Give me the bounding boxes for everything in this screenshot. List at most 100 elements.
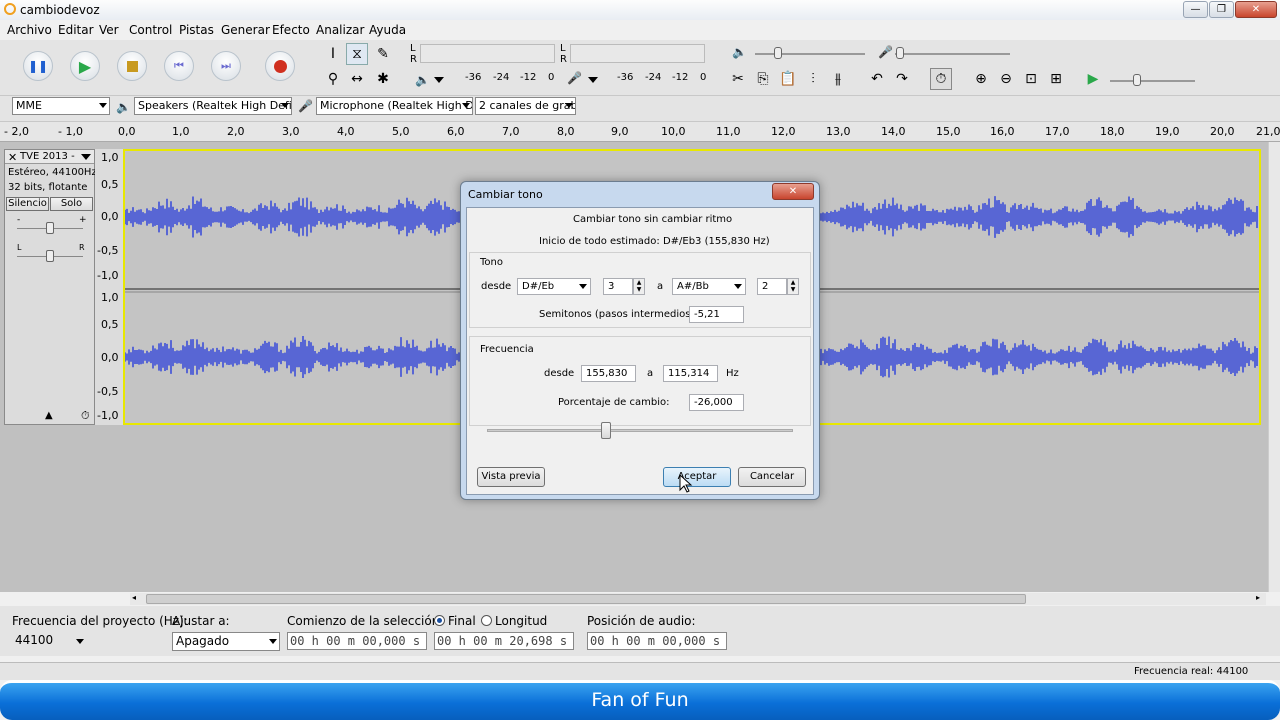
play-button[interactable]: ▶	[70, 51, 100, 81]
pause-button[interactable]: ❚❚	[23, 51, 53, 81]
recording-device-value: Microphone (Realtek High Defi	[320, 99, 473, 112]
ruler-label: 10,0	[661, 125, 686, 138]
scroll-right-icon[interactable]: ▸	[1256, 593, 1260, 602]
menu-efecto[interactable]: Efecto	[272, 23, 310, 37]
sync-icon[interactable]: ⏱	[81, 409, 90, 423]
slider-thumb[interactable]	[46, 250, 54, 262]
stop-button[interactable]	[117, 51, 147, 81]
zoom-tool-icon[interactable]: ⚲	[322, 68, 344, 90]
snap-to-select[interactable]: Apagado	[172, 632, 280, 651]
undo-icon[interactable]: ↶	[866, 68, 888, 90]
slider-thumb[interactable]	[896, 47, 904, 59]
to-octave-input[interactable]: 2	[757, 278, 787, 295]
chevron-down-icon[interactable]	[81, 154, 91, 160]
menu-archivo[interactable]: Archivo	[7, 23, 52, 37]
dialog-close-button[interactable]: ✕	[772, 183, 814, 200]
menu-analizar[interactable]: Analizar	[316, 23, 364, 37]
skip-start-button[interactable]: ⏮	[164, 51, 194, 81]
menu-ayuda[interactable]: Ayuda	[369, 23, 406, 37]
semitones-input[interactable]: -5,21	[689, 306, 744, 323]
recording-device-select[interactable]: Microphone (Realtek High Defi	[316, 97, 473, 115]
to-note-select[interactable]: A#/Bb	[672, 278, 746, 295]
solo-button[interactable]: Solo	[50, 197, 93, 211]
preview-button[interactable]: Vista previa	[477, 467, 545, 487]
maximize-button[interactable]: ❐	[1209, 1, 1234, 18]
timeline-ruler[interactable]: - 2,0 - 1,0 0,0 1,0 2,0 3,0 4,0 5,0 6,0 …	[0, 122, 1280, 142]
ruler-label: 0,0	[118, 125, 136, 138]
freq-to-input[interactable]: 115,314	[663, 365, 718, 382]
zoom-in-icon[interactable]: ⊕	[970, 68, 992, 90]
copy-icon[interactable]: ⎘	[752, 68, 774, 90]
play-at-speed-icon[interactable]: ▶	[1082, 68, 1104, 90]
collapse-icon[interactable]: ▲	[45, 410, 53, 421]
record-button[interactable]	[265, 51, 295, 81]
project-rate-select[interactable]: 44100	[12, 632, 86, 651]
channels-select[interactable]: 2 canales de grab	[475, 97, 576, 115]
from-note-select[interactable]: D#/Eb	[517, 278, 591, 295]
menu-control[interactable]: Control	[129, 23, 172, 37]
scroll-left-icon[interactable]: ◂	[132, 593, 136, 602]
cut-icon[interactable]: ✂	[727, 68, 749, 90]
record-volume-slider[interactable]	[895, 53, 1010, 55]
mute-button[interactable]: Silencio	[6, 197, 49, 211]
slider-thumb[interactable]	[601, 422, 612, 439]
chevron-down-icon[interactable]	[434, 77, 444, 83]
menu-pistas[interactable]: Pistas	[179, 23, 214, 37]
scroll-thumb[interactable]	[146, 594, 1026, 604]
close-icon[interactable]: ✕	[8, 151, 17, 164]
ruler-label: 7,0	[502, 125, 520, 138]
from-octave-input[interactable]: 3	[603, 278, 633, 295]
fit-selection-icon[interactable]: ⊡	[1020, 68, 1042, 90]
ok-button[interactable]: Aceptar	[663, 467, 731, 487]
slider-thumb[interactable]	[46, 222, 54, 234]
timeshift-tool-icon[interactable]: ↔	[346, 68, 368, 90]
trim-icon[interactable]: ⫶	[802, 68, 824, 90]
chevron-down-icon[interactable]	[588, 77, 598, 83]
redo-icon[interactable]: ↷	[891, 68, 913, 90]
track-control-panel: ✕ TVE 2013 - Estéreo, 44100Hz 32 bits, f…	[4, 149, 97, 425]
microphone-icon: 🎤	[567, 71, 582, 85]
cancel-button[interactable]: Cancelar	[738, 467, 806, 487]
close-window-button[interactable]: ✕	[1235, 1, 1277, 18]
silence-icon[interactable]: ⫵	[827, 68, 849, 90]
percent-change-slider[interactable]	[487, 429, 793, 432]
meter-bars[interactable]: L R L R	[405, 41, 715, 66]
menu-editar[interactable]: Editar	[58, 23, 94, 37]
multi-tool-icon[interactable]: ✱	[372, 68, 394, 90]
dialog-heading: Cambiar tono sin cambiar ritmo	[573, 214, 733, 225]
sync-lock-icon[interactable]: ⏱	[930, 68, 952, 90]
ruler-label: 11,0	[716, 125, 741, 138]
envelope-tool-icon[interactable]: ⧖	[346, 43, 368, 65]
length-radio[interactable]	[481, 615, 492, 626]
freq-from-input[interactable]: 155,830	[581, 365, 636, 382]
menu-ver[interactable]: Ver	[99, 23, 119, 37]
selection-start-time[interactable]: 00 h 00 m 00,000 s	[287, 632, 427, 650]
end-radio[interactable]	[434, 615, 445, 626]
percent-change-input[interactable]: -26,000	[689, 394, 744, 411]
play-speed-slider[interactable]	[1110, 80, 1195, 82]
track-name-menu[interactable]: TVE 2013 -	[20, 151, 75, 162]
selection-tool-icon[interactable]: I	[322, 43, 344, 65]
vertical-scrollbar[interactable]	[1268, 142, 1280, 592]
from-octave-spinner[interactable]: ▲ ▼	[633, 278, 645, 295]
slider-thumb[interactable]	[774, 47, 782, 59]
from-note-value: D#/Eb	[522, 281, 555, 292]
scale-label: 0,5	[101, 318, 119, 331]
playback-volume-slider[interactable]	[755, 53, 865, 55]
menu-generar[interactable]: Generar	[221, 23, 270, 37]
slider-thumb[interactable]	[1133, 74, 1141, 86]
horizontal-scrollbar[interactable]: ◂ ▸	[130, 593, 1266, 605]
draw-tool-icon[interactable]: ✎	[372, 43, 394, 65]
selection-end-time[interactable]: 00 h 00 m 20,698 s	[434, 632, 574, 650]
paste-icon[interactable]: 📋	[777, 68, 799, 90]
minimize-button[interactable]: —	[1183, 1, 1208, 18]
track-header[interactable]: ✕ TVE 2013 -	[5, 150, 94, 164]
zoom-out-icon[interactable]: ⊖	[995, 68, 1017, 90]
skip-end-button[interactable]: ⏭	[211, 51, 241, 81]
playback-meter	[420, 44, 555, 63]
audio-host-select[interactable]: MME	[12, 97, 110, 115]
to-octave-spinner[interactable]: ▲ ▼	[787, 278, 799, 295]
fit-project-icon[interactable]: ⊞	[1045, 68, 1067, 90]
audio-position-time[interactable]: 00 h 00 m 00,000 s	[587, 632, 727, 650]
playback-device-select[interactable]: Speakers (Realtek High Definit	[134, 97, 292, 115]
